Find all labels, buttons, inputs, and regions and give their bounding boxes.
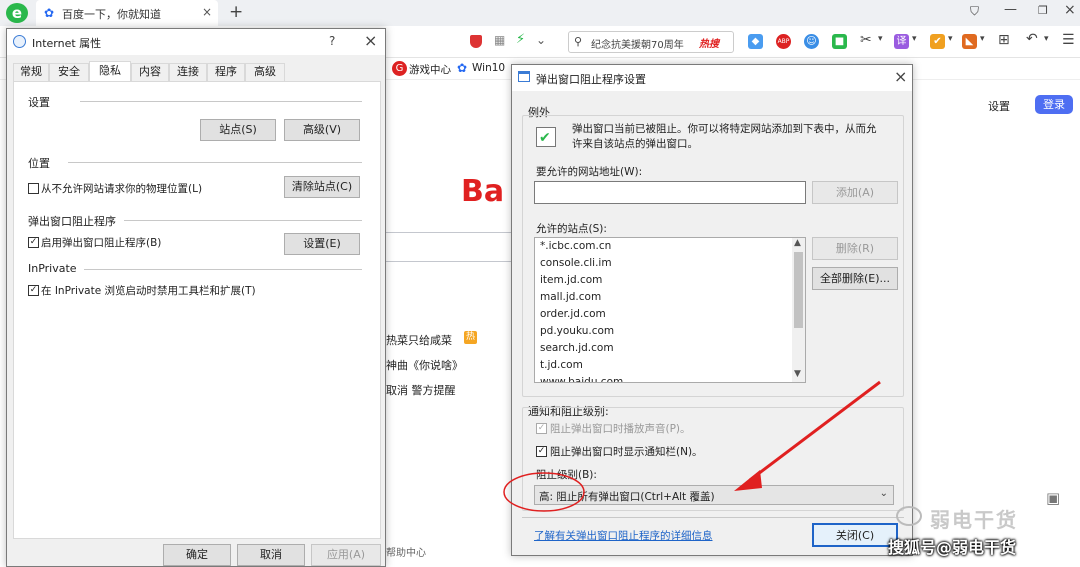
annotation-arrow-line <box>749 380 881 482</box>
annotation-circle <box>503 472 585 512</box>
watermark-bottom: 搜狐号@弱电干货 <box>888 538 1017 557</box>
annotation-arrow-head <box>734 470 762 491</box>
watermark-top: 弱电干货 <box>930 508 1018 532</box>
wechat-watermark-icon <box>896 506 922 526</box>
qr-code-icon: ▣ <box>1046 489 1061 507</box>
annotation-overlay <box>503 380 881 512</box>
